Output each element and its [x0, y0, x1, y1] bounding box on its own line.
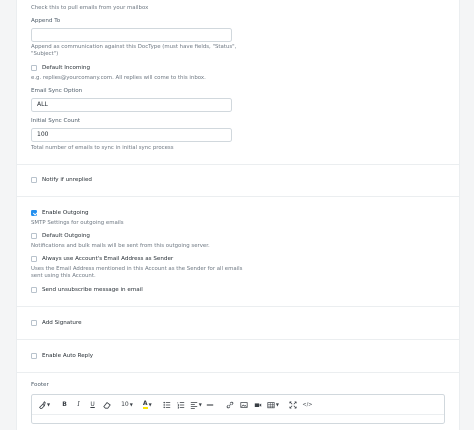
section-divider [17, 339, 459, 340]
section-divider [17, 196, 459, 197]
always-use-account-email-row[interactable]: Always use Account's Email Address as Se… [31, 256, 173, 262]
add-signature-checkbox[interactable] [31, 320, 37, 326]
bold-button[interactable]: B [59, 399, 70, 411]
notify-unreplied-row[interactable]: Notify if unreplied [31, 177, 92, 183]
numbered-list-icon [177, 401, 185, 409]
align-dropdown[interactable]: ▼ [190, 399, 202, 411]
always-use-account-email-checkbox[interactable] [31, 256, 37, 262]
chevron-down-icon: ▼ [47, 402, 51, 407]
editor-toolbar: ▼ B I U 10 ▼ A ▼ ▼ ▼ </> [32, 395, 444, 415]
eraser-icon [102, 401, 111, 409]
enable-auto-reply-checkbox[interactable] [31, 353, 37, 359]
enable-outgoing-help: SMTP Settings for outgoing emails [31, 220, 124, 226]
align-left-icon [190, 401, 197, 409]
add-signature-row[interactable]: Add Signature [31, 320, 82, 326]
default-outgoing-label: Default Outgoing [42, 233, 90, 239]
table-icon [267, 401, 275, 408]
footer-editor[interactable]: ▼ B I U 10 ▼ A ▼ ▼ ▼ </> [31, 394, 445, 424]
default-incoming-row[interactable]: Default Incoming [31, 65, 90, 71]
always-use-account-email-help: sent using this Account. [31, 273, 96, 279]
initial-sync-count-input[interactable]: 100 [31, 128, 232, 142]
append-to-input[interactable] [31, 28, 232, 42]
image-icon [240, 401, 248, 408]
email-account-form: Check this to pull emails from your mail… [16, 0, 460, 430]
enable-incoming-help: Check this to pull emails from your mail… [31, 5, 149, 11]
footer-label: Footer [31, 382, 49, 388]
section-divider [17, 306, 459, 307]
enable-outgoing-checkbox[interactable] [31, 210, 37, 216]
unordered-list-button[interactable] [162, 399, 173, 411]
notify-unreplied-checkbox[interactable] [31, 177, 37, 183]
fullscreen-button[interactable] [288, 399, 299, 411]
email-sync-option-select[interactable]: ALL [31, 98, 232, 112]
email-sync-option-label: Email Sync Option [31, 88, 83, 94]
enable-auto-reply-label: Enable Auto Reply [42, 353, 94, 359]
video-icon [255, 402, 262, 407]
expand-icon [289, 400, 298, 409]
link-button[interactable] [225, 399, 236, 411]
chevron-down-icon: ▼ [148, 402, 152, 407]
code-view-button[interactable]: </> [302, 399, 313, 411]
initial-sync-count-help: Total number of emails to sync in initia… [31, 145, 174, 151]
enable-auto-reply-row[interactable]: Enable Auto Reply [31, 353, 93, 359]
section-divider [17, 164, 459, 165]
paint-format-button[interactable]: ▼ [38, 399, 50, 411]
video-button[interactable] [253, 399, 264, 411]
append-to-help: Append as communication against this Doc… [31, 44, 237, 57]
always-use-account-email-label: Always use Account's Email Address as Se… [42, 256, 174, 262]
font-color-button[interactable]: A ▼ [142, 399, 153, 411]
font-color-icon: A [142, 400, 148, 409]
notify-unreplied-label: Notify if unreplied [42, 177, 92, 183]
default-incoming-checkbox[interactable] [31, 65, 37, 71]
add-signature-label: Add Signature [42, 320, 82, 326]
enable-outgoing-row[interactable]: Enable Outgoing [31, 210, 89, 216]
font-size-dropdown[interactable]: 10 ▼ [121, 399, 133, 411]
clear-format-button[interactable] [101, 399, 112, 411]
paint-brush-icon [39, 400, 46, 409]
append-to-label: Append To [31, 18, 61, 24]
default-outgoing-help: Notifications and bulk mails will be sen… [31, 243, 210, 249]
chevron-down-icon: ▼ [198, 402, 202, 407]
send-unsubscribe-row[interactable]: Send unsubscribe message in email [31, 287, 143, 293]
underline-button[interactable]: U [87, 399, 98, 411]
link-icon [227, 401, 234, 408]
always-use-account-email-help: Uses the Email Address mentioned in this… [31, 266, 243, 272]
chevron-down-icon: ▼ [129, 402, 133, 407]
send-unsubscribe-label: Send unsubscribe message in email [42, 287, 143, 293]
bullet-list-icon [163, 401, 171, 408]
horizontal-rule-button[interactable] [205, 399, 216, 411]
initial-sync-count-label: Initial Sync Count [31, 118, 81, 124]
image-button[interactable] [239, 399, 250, 411]
default-incoming-help: e.g. replies@yourcomany.com. All replies… [31, 75, 206, 81]
ordered-list-button[interactable] [176, 399, 187, 411]
font-size-value: 10 [121, 401, 129, 408]
default-outgoing-row[interactable]: Default Outgoing [31, 233, 90, 239]
default-outgoing-checkbox[interactable] [31, 233, 37, 239]
table-dropdown[interactable]: ▼ [267, 399, 279, 411]
default-incoming-label: Default Incoming [42, 65, 91, 71]
send-unsubscribe-checkbox[interactable] [31, 287, 37, 293]
italic-button[interactable]: I [73, 399, 84, 411]
section-divider [17, 372, 459, 373]
enable-outgoing-label: Enable Outgoing [42, 210, 89, 216]
chevron-down-icon: ▼ [275, 402, 279, 407]
horizontal-rule-icon [207, 403, 214, 406]
